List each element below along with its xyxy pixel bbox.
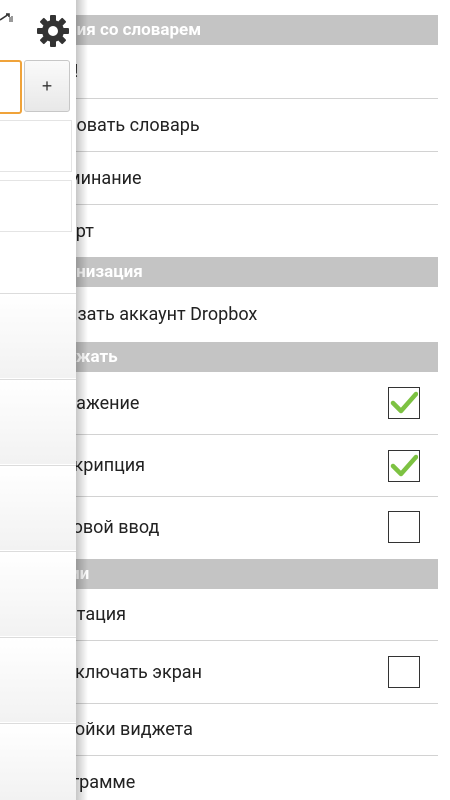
- menu-item-copy-dictionary[interactable]: Копировать словарь: [76, 99, 438, 151]
- menu-item-link-dropbox[interactable]: Привязать аккаунт Dropbox: [76, 287, 438, 342]
- menu-item-label: Ориентация: [76, 604, 127, 625]
- background-app-panel: +: [0, 0, 76, 800]
- list-item[interactable]: [0, 638, 76, 722]
- image-checkbox[interactable]: [388, 387, 420, 419]
- checkmark-icon: [390, 454, 418, 476]
- menu-item-label: Напоминание: [76, 167, 142, 189]
- menu-item-image[interactable]: Изображение: [76, 372, 438, 434]
- menu-item-voice-input[interactable]: Голосовой ввод: [76, 497, 438, 557]
- note-field[interactable]: [0, 180, 72, 232]
- menu-item-label: Голосовой ввод: [76, 516, 160, 538]
- section-header-display: Отображать: [76, 342, 438, 372]
- menu-item-reminder[interactable]: Напоминание: [76, 152, 438, 204]
- checkmark-icon: [390, 391, 418, 414]
- transcription-checkbox[interactable]: [388, 449, 420, 482]
- menu-item-label: Привязать аккаунт Dropbox: [76, 304, 258, 325]
- menu-item-label: Копировать словарь: [76, 114, 200, 136]
- menu-item-widget-settings[interactable]: Настройки виджета: [76, 704, 438, 755]
- drawer-shadow: [76, 0, 88, 800]
- section-header-functions: Функции: [76, 559, 438, 589]
- toggle-icon[interactable]: [0, 8, 14, 28]
- list-item[interactable]: [0, 294, 76, 378]
- list-item[interactable]: [0, 724, 76, 800]
- word-input-field[interactable]: [0, 60, 22, 114]
- settings-gear-icon[interactable]: [34, 12, 72, 50]
- translation-field[interactable]: [0, 120, 72, 172]
- add-word-button[interactable]: +: [24, 60, 70, 112]
- menu-item-orientation[interactable]: Ориентация: [76, 589, 438, 640]
- menu-item-label: Учить!: [76, 61, 438, 82]
- list-item[interactable]: [0, 380, 76, 464]
- voice-input-checkbox[interactable]: [388, 511, 420, 543]
- menu-item-about[interactable]: О программе: [76, 756, 438, 800]
- menu-item-label: Экспорт: [76, 221, 438, 242]
- list-item[interactable]: [0, 552, 76, 636]
- menu-item-label: Изображение: [76, 392, 140, 414]
- menu-item-transcription[interactable]: Транскрипция: [76, 435, 438, 496]
- menu-item-label: Не выключать экран: [76, 661, 202, 683]
- section-header-sync: Синхронизация: [76, 257, 438, 287]
- menu-item-label: Транскрипция: [76, 455, 146, 476]
- list-item[interactable]: [0, 466, 76, 550]
- keep-screen-on-checkbox[interactable]: [388, 656, 420, 688]
- section-header-dictionary-actions: Действия со словарем: [76, 15, 438, 45]
- settings-drawer: Действия со словарем Учить! Копировать с…: [76, 0, 450, 800]
- menu-item-label: О программе: [76, 771, 136, 793]
- menu-item-learn[interactable]: Учить!: [76, 45, 438, 98]
- menu-item-keep-screen-on[interactable]: Не выключать экран: [76, 641, 438, 703]
- menu-item-export[interactable]: Экспорт: [76, 205, 438, 257]
- app-toolbar: [0, 0, 76, 58]
- menu-item-label: Настройки виджета: [76, 719, 193, 740]
